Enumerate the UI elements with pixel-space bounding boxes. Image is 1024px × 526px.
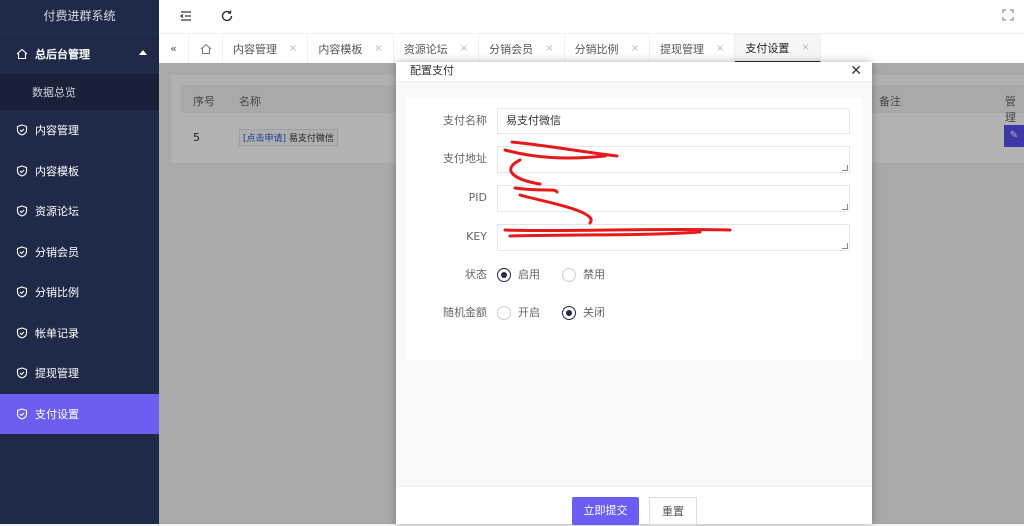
random-amount-label: 随机金额	[443, 306, 487, 319]
tab-home[interactable]	[189, 34, 223, 63]
home-icon	[16, 48, 28, 60]
status-disabled-radio[interactable]: 禁用	[562, 262, 605, 288]
tab-label: 支付设置	[745, 41, 790, 55]
random-off-radio[interactable]: 关闭	[562, 300, 605, 326]
refresh-icon[interactable]	[220, 9, 234, 23]
sidebar-item-label: 支付设置	[35, 407, 79, 421]
sidebar-item-label: 总后台管理	[35, 48, 90, 61]
tab-label: 内容管理	[233, 42, 277, 56]
sidebar-item-admin[interactable]: 总后台管理	[0, 34, 159, 74]
sidebar-item[interactable]: 分销比例	[0, 272, 159, 313]
payment-form: 支付名称 易支付微信 支付地址 PID KEY 状态 启用 禁用 随机金额 开启 …	[407, 98, 862, 360]
resize-handle-icon[interactable]	[842, 243, 848, 249]
sidebar-item-dashboard[interactable]: 数据总览	[0, 74, 159, 110]
modal-title: 配置支付	[396, 62, 872, 82]
tab-label: 内容模板	[318, 42, 363, 56]
tab[interactable]: 内容模板 ×	[308, 34, 394, 63]
close-icon[interactable]: ✕	[850, 63, 862, 79]
close-icon[interactable]: ×	[545, 43, 553, 54]
home-icon	[200, 43, 211, 54]
sidebar-item[interactable]: 内容管理	[0, 110, 159, 151]
shield-icon	[16, 246, 28, 258]
shield-icon	[16, 165, 28, 177]
payment-address-input[interactable]	[497, 146, 850, 173]
close-icon[interactable]: ×	[374, 43, 382, 54]
tab[interactable]: 支付设置 ×	[735, 34, 821, 63]
tab[interactable]: 提现管理 ×	[650, 34, 736, 63]
status-enabled-radio[interactable]: 启用	[497, 262, 540, 288]
tab-label: 分销比例	[574, 42, 619, 56]
sidebar-item-label: 内容管理	[35, 124, 79, 138]
sidebar-item-label: 资源论坛	[35, 205, 79, 219]
shield-icon	[16, 367, 28, 379]
sidebar-item-label: 提现管理	[35, 367, 79, 381]
random-on-radio[interactable]: 开启	[497, 300, 540, 326]
name-label: 支付名称	[443, 114, 487, 127]
sidebar: 付费进群系统 总后台管理 数据总览 内容管理内容模板资源论坛分销会员分销比例帐单…	[0, 0, 159, 524]
tab[interactable]: 分销比例 ×	[565, 34, 650, 63]
payment-name-input[interactable]: 易支付微信	[497, 108, 850, 134]
tab[interactable]: 分销会员 ×	[479, 34, 565, 63]
reset-button[interactable]: 重置	[649, 497, 697, 525]
tab-bar: « 内容管理 × 内容模板 × 资源论坛 × 分销会员 × 分销比例 × 提现管理 × 支付设置 ×	[159, 34, 1024, 63]
shield-icon	[16, 124, 28, 136]
top-header	[159, 0, 1024, 34]
sidebar-item-label: 分销比例	[35, 286, 79, 300]
tab-label: 分销会员	[489, 42, 534, 56]
sidebar-item[interactable]: 分销会员	[0, 232, 159, 273]
key-input[interactable]	[497, 224, 850, 251]
address-label: 支付地址	[443, 152, 487, 165]
tab-label: 资源论坛	[403, 42, 448, 56]
pid-label: PID	[468, 191, 487, 204]
modal-footer: 立即提交 重置	[396, 486, 872, 525]
shield-icon	[16, 327, 28, 339]
sidebar-item[interactable]: 提现管理	[0, 353, 159, 394]
scroll-left-icon[interactable]: «	[159, 34, 189, 63]
close-icon[interactable]: ×	[716, 43, 724, 54]
close-icon[interactable]: ×	[289, 43, 297, 54]
config-payment-modal: 配置支付 ✕ 支付名称 易支付微信 支付地址 PID KEY 状态 启用 禁用 随…	[396, 62, 872, 525]
status-label: 状态	[465, 268, 487, 281]
sidebar-item-label: 分销会员	[35, 245, 79, 259]
close-icon[interactable]: ×	[460, 43, 468, 54]
tab-label: 提现管理	[659, 42, 704, 56]
fold-menu-icon[interactable]	[179, 9, 193, 23]
sidebar-item-label: 帐单记录	[35, 326, 79, 340]
tab[interactable]: 资源论坛 ×	[394, 34, 480, 63]
sidebar-item[interactable]: 帐单记录	[0, 313, 159, 354]
shield-icon	[16, 286, 28, 298]
sidebar-item-label: 内容模板	[35, 164, 79, 178]
key-label: KEY	[466, 230, 487, 243]
sidebar-item[interactable]: 资源论坛	[0, 191, 159, 232]
close-icon[interactable]: ×	[801, 42, 809, 53]
close-icon[interactable]: ×	[631, 43, 639, 54]
app-title: 付费进群系统	[0, 0, 159, 34]
resize-handle-icon[interactable]	[842, 165, 848, 171]
sidebar-item[interactable]: 内容模板	[0, 151, 159, 192]
shield-icon	[16, 205, 28, 217]
tab[interactable]: 内容管理 ×	[223, 34, 309, 63]
resize-handle-icon[interactable]	[842, 204, 848, 210]
fullscreen-icon[interactable]	[1002, 9, 1016, 23]
sidebar-item[interactable]: 支付设置	[0, 393, 159, 434]
shield-icon	[16, 408, 28, 420]
pid-input[interactable]	[497, 185, 850, 212]
caret-up-icon	[139, 50, 147, 55]
submit-button[interactable]: 立即提交	[572, 497, 639, 525]
